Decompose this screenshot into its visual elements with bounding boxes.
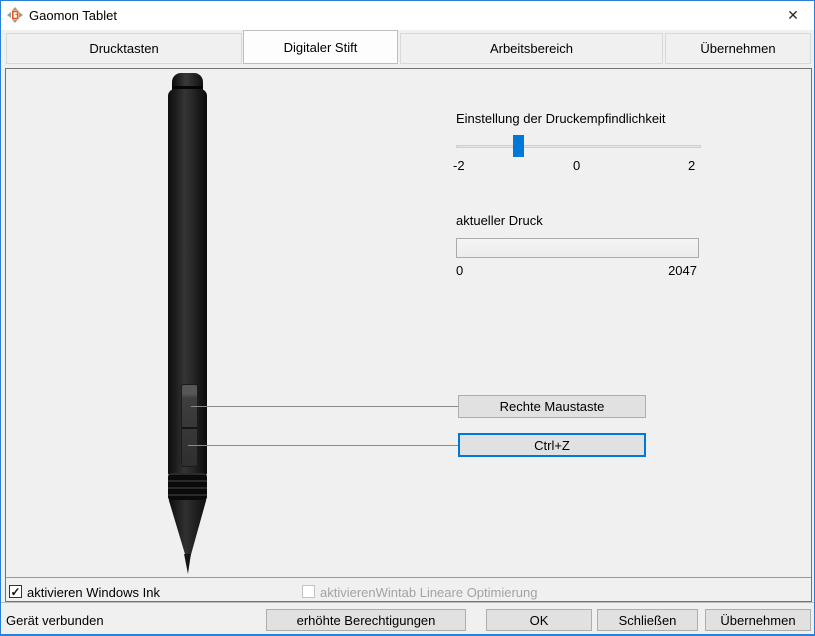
pen-rocker-button <box>181 384 198 467</box>
content-panel <box>5 68 812 602</box>
checkmark-icon: ✓ <box>10 584 21 599</box>
ok-button[interactable]: OK <box>486 609 592 631</box>
windows-ink-checkbox[interactable]: ✓ <box>9 585 22 598</box>
pen-grip-rings <box>168 473 207 501</box>
sensitivity-label: Einstellung der Druckempfindlichkeit <box>456 111 666 126</box>
pen-nib <box>184 554 191 574</box>
tab-drucktasten-label: Drucktasten <box>89 41 159 56</box>
pen-upper-button-assignment[interactable]: Rechte Maustaste <box>458 395 646 418</box>
upper-button-connector-line <box>191 406 458 407</box>
tab-digitaler-stift-label: Digitaler Stift <box>283 39 358 55</box>
gaomon-tablet-window: Gaomon Tablet ✕ Drucktasten Digitaler St… <box>0 0 815 636</box>
pen-rocker-divider <box>182 427 197 429</box>
gaomon-logo-icon <box>7 7 23 23</box>
window-title: Gaomon Tablet <box>29 8 117 23</box>
close-button[interactable]: ✕ <box>780 4 806 26</box>
elevated-permissions-label: erhöhte Berechtigungen <box>296 612 436 628</box>
pressure-min-label: 0 <box>456 263 464 278</box>
pen-illustration <box>168 73 207 575</box>
slider-mid-label: 0 <box>573 158 581 173</box>
lower-button-connector-line <box>188 445 458 446</box>
wintab-optimization-label: aktivierenWintab Lineare Optimierung <box>320 585 538 600</box>
device-status-text: Gerät verbunden <box>6 613 104 628</box>
schliessen-label: Schließen <box>618 612 677 628</box>
slider-min-label: -2 <box>453 158 465 173</box>
wintab-optimization-checkbox <box>302 585 315 598</box>
tab-uebernehmen[interactable]: Übernehmen <box>665 33 811 64</box>
tab-digitaler-stift[interactable]: Digitaler Stift <box>243 30 398 64</box>
pen-upper-button-label: Rechte Maustaste <box>499 399 605 414</box>
elevated-permissions-button[interactable]: erhöhte Berechtigungen <box>266 609 466 631</box>
close-icon: ✕ <box>787 6 799 23</box>
sensitivity-slider-thumb[interactable] <box>513 135 524 157</box>
slider-max-label: 2 <box>688 158 696 173</box>
tab-uebernehmen-label: Übernehmen <box>700 41 776 56</box>
uebernehmen-label: Übernehmen <box>720 612 796 628</box>
tab-drucktasten[interactable]: Drucktasten <box>6 33 242 64</box>
pressure-max-label: 2047 <box>668 263 697 278</box>
tab-arbeitsbereich-label: Arbeitsbereich <box>489 41 574 56</box>
statusbar: Gerät verbunden erhöhte Berechtigungen O… <box>1 602 814 634</box>
pressure-level-bar <box>456 238 699 258</box>
titlebar: Gaomon Tablet ✕ <box>1 1 814 30</box>
uebernehmen-button[interactable]: Übernehmen <box>705 609 811 631</box>
ok-label: OK <box>529 612 549 628</box>
tab-arbeitsbereich[interactable]: Arbeitsbereich <box>400 33 663 64</box>
sensitivity-slider-track[interactable] <box>456 145 701 148</box>
current-pressure-label: aktueller Druck <box>456 213 543 228</box>
options-separator <box>6 577 811 578</box>
schliessen-button[interactable]: Schließen <box>597 609 698 631</box>
pen-lower-button-assignment[interactable]: Ctrl+Z <box>458 433 646 457</box>
pen-tip-cone <box>168 500 207 556</box>
windows-ink-label: aktivieren Windows Ink <box>27 585 160 600</box>
pen-lower-button-label: Ctrl+Z <box>534 437 570 453</box>
